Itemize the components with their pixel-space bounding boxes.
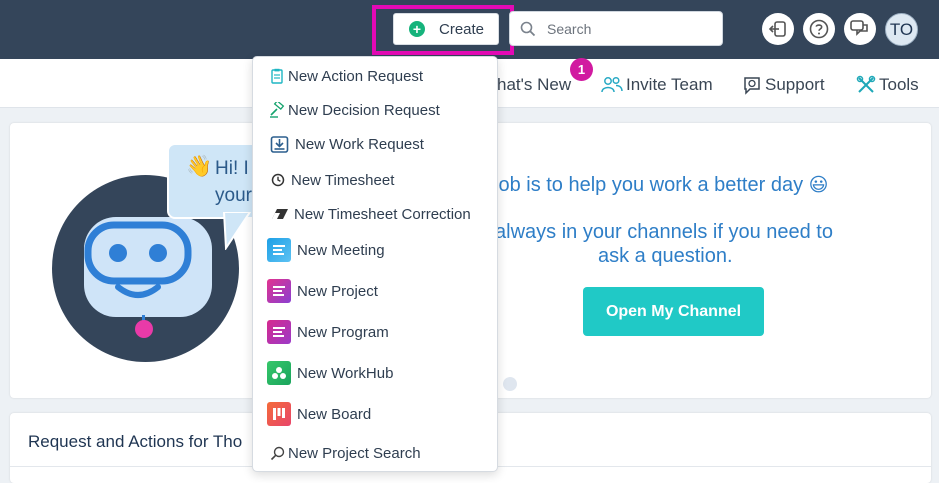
nav-support-label: Support [765, 75, 825, 94]
help-icon [809, 19, 829, 39]
chat-icon [850, 20, 868, 36]
menu-item-label: New Project [297, 282, 378, 300]
user-avatar[interactable]: TO [885, 13, 918, 46]
headline-line2: always in your channels if you need to [495, 221, 833, 243]
search-input[interactable] [545, 19, 709, 38]
menu-item-new-timesheet[interactable]: New Timesheet [253, 169, 497, 191]
sign-out-button[interactable] [762, 13, 794, 45]
menu-item-new-project-search[interactable]: New Project Search [253, 442, 497, 464]
sign-out-icon [768, 21, 786, 37]
nav-whats-new[interactable]: hat's New [497, 75, 571, 95]
nav-invite-team[interactable]: Invite Team [601, 75, 713, 95]
menu-item-label: New Timesheet Correction [294, 205, 471, 223]
eraser-icon [270, 208, 290, 220]
clock-icon [270, 173, 286, 187]
plus-icon: + [409, 21, 425, 37]
menu-item-new-workhub[interactable]: New WorkHub [253, 359, 497, 387]
nav-whats-new-label: hat's New [497, 75, 572, 94]
menu-item-new-project[interactable]: New Project [253, 277, 497, 305]
meeting-icon [267, 238, 291, 262]
menu-item-label: New Timesheet [291, 171, 395, 189]
menu-item-new-meeting[interactable]: New Meeting [253, 236, 497, 264]
nav-tools[interactable]: Tools [856, 75, 919, 95]
menu-item-label: New Action Request [288, 67, 424, 85]
search-icon [269, 446, 285, 461]
menu-item-label: New Project Search [288, 444, 421, 462]
carousel-dot[interactable] [503, 377, 517, 391]
menu-item-label: New Decision Request [288, 101, 440, 119]
bubble-text-line1: Hi! I [215, 158, 249, 179]
clipboard-icon [269, 68, 285, 84]
nav-support[interactable]: Support [742, 75, 825, 95]
menu-item-label: New Meeting [297, 241, 385, 259]
nav-invite-team-label: Invite Team [626, 75, 713, 94]
menu-item-label: New Work Request [295, 135, 424, 153]
whats-new-badge: 1 [570, 58, 593, 81]
menu-item-new-decision-request[interactable]: New Decision Request [253, 99, 497, 121]
menu-item-new-board[interactable]: New Board [253, 400, 497, 428]
search-icon [520, 21, 536, 36]
project-icon [267, 279, 291, 303]
workhub-icon [267, 361, 291, 385]
create-button[interactable]: + Create [393, 13, 499, 45]
create-dropdown-menu: New Action Request New Decision Request … [252, 56, 498, 472]
bubble-tail [222, 212, 252, 250]
headline-line1-text: job is to help you work a better day [494, 174, 804, 196]
menu-item-new-work-request[interactable]: New Work Request [253, 132, 497, 156]
robot-icon [84, 217, 212, 338]
search-box[interactable] [509, 11, 723, 46]
menu-item-new-action-request[interactable]: New Action Request [253, 65, 497, 87]
menu-item-label: New Board [297, 405, 372, 423]
board-icon [267, 402, 291, 426]
menu-item-label: New Program [297, 323, 389, 341]
menu-item-new-program[interactable]: New Program [253, 318, 497, 346]
chat-button[interactable] [844, 13, 876, 45]
team-icon [601, 76, 623, 93]
help-button[interactable] [803, 13, 835, 45]
menu-item-label: New WorkHub [297, 364, 394, 382]
requests-card-title: Request and Actions for Tho [28, 432, 243, 451]
program-icon [267, 320, 291, 344]
headline-line3: ask a question. [598, 245, 733, 267]
tools-icon [856, 75, 876, 93]
nav-tools-label: Tools [879, 75, 919, 94]
inbox-download-icon [269, 135, 289, 154]
bubble-text-line2: your [215, 185, 252, 206]
open-my-channel-button[interactable]: Open My Channel [583, 287, 764, 336]
create-button-label: Create [439, 20, 485, 38]
headline-line1: job is to help you work a better day 😃 [494, 174, 828, 197]
support-icon [744, 77, 760, 95]
wave-emoji: 👋 [186, 155, 213, 178]
gavel-icon [269, 102, 285, 118]
smile-emoji: 😃 [808, 175, 829, 196]
menu-item-new-timesheet-correction[interactable]: New Timesheet Correction [253, 203, 497, 225]
